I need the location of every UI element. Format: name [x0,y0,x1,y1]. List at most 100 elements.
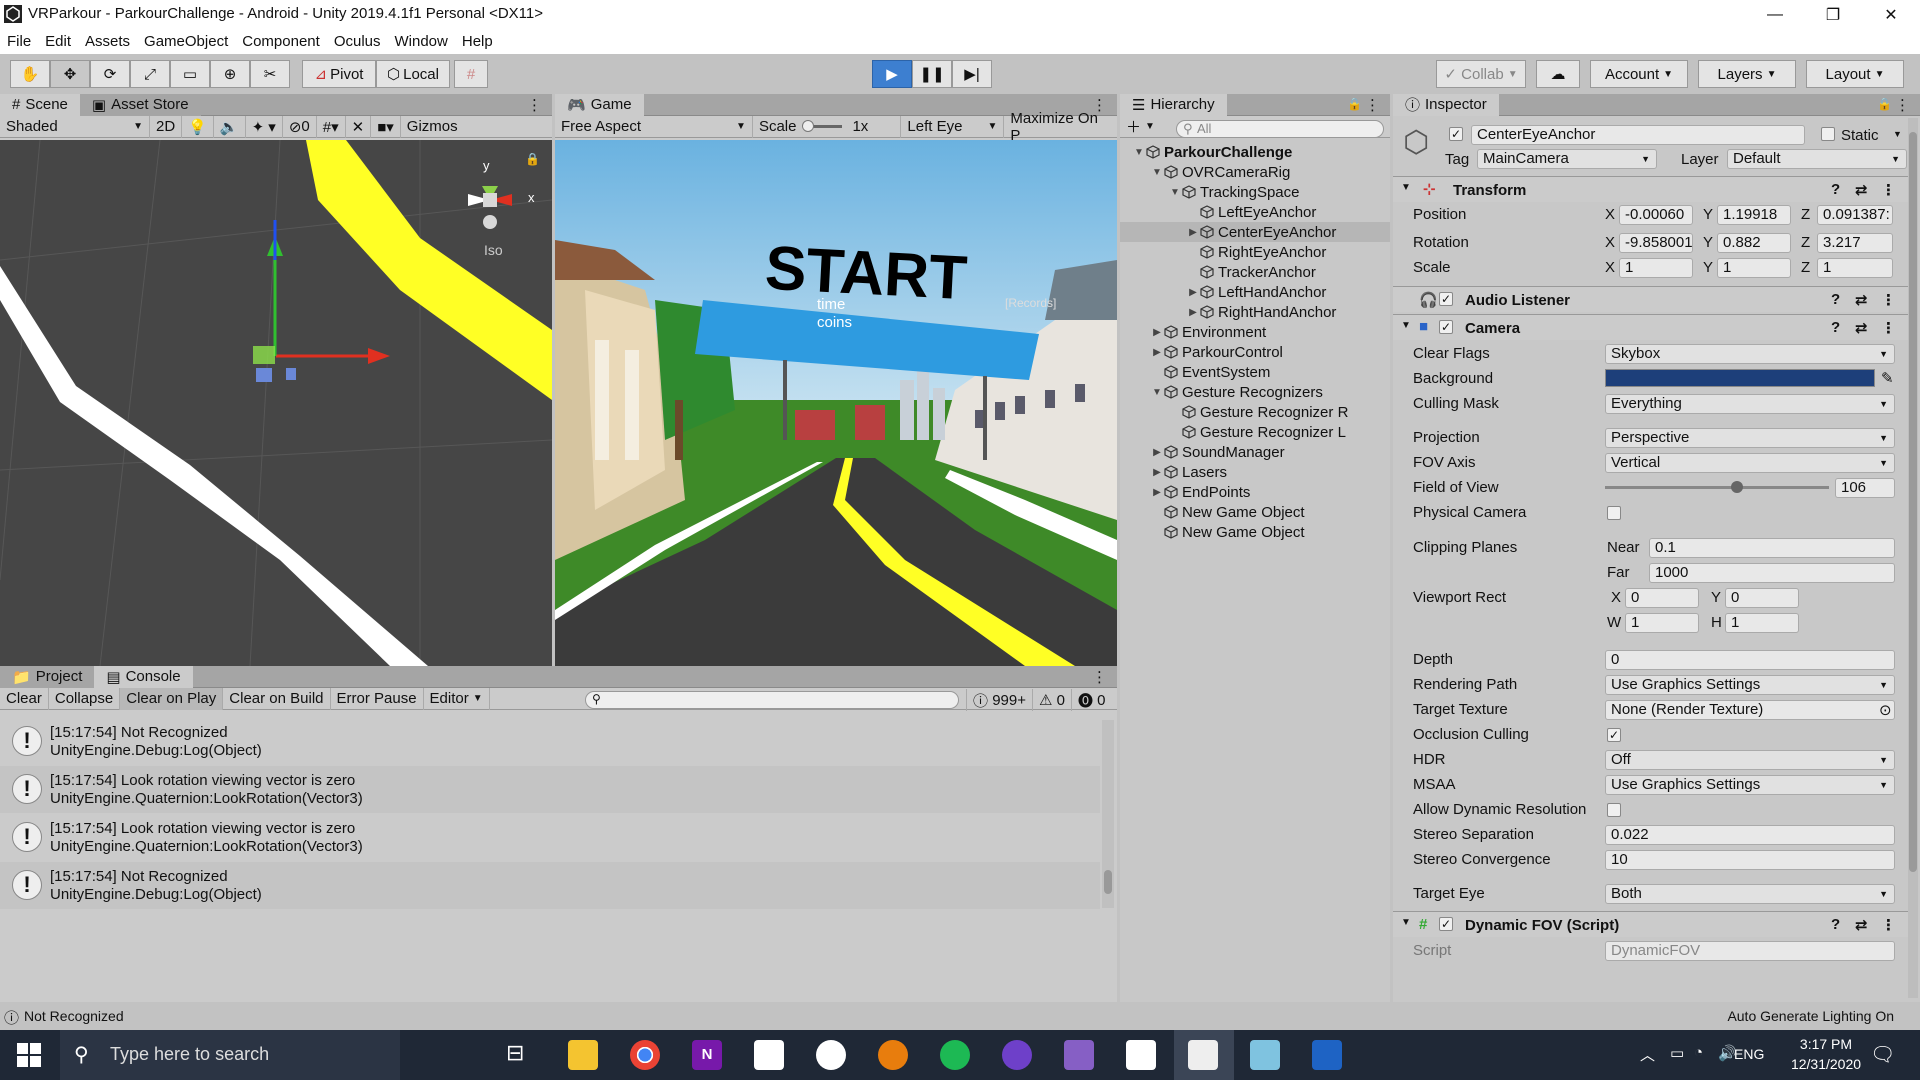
visual-studio-icon[interactable] [1064,1040,1094,1070]
transform-tool-icon[interactable]: ⊕ [210,60,250,88]
eye-dropdown[interactable]: Left Eye ▼ [901,115,1005,138]
hierarchy-item[interactable]: ▶ EndPoints [1120,482,1390,502]
play-button[interactable]: ▶ [872,60,912,88]
menu-window[interactable]: Window [388,29,455,54]
panel-menu-icon[interactable]: ⋮ [1092,96,1107,114]
help-icon[interactable]: ? [1831,319,1840,336]
hierarchy-search-input[interactable]: ⚲ All [1176,120,1384,138]
depth-field[interactable]: 0 [1605,650,1895,670]
menu-oculus[interactable]: Oculus [327,29,388,54]
taskbar-search-box[interactable]: ⚲ Type here to search [60,1030,400,1080]
help-icon[interactable]: ? [1831,181,1840,198]
account-dropdown[interactable]: Account ▼ [1590,60,1688,88]
hierarchy-item[interactable]: TrackerAnchor [1120,262,1390,282]
viewport-w-field[interactable]: 1 [1625,613,1699,633]
fov-field[interactable]: 106 [1835,478,1895,498]
viewport-x-field[interactable]: 0 [1625,588,1699,608]
chrome-icon[interactable] [630,1040,660,1070]
powershell-icon[interactable] [1312,1040,1342,1070]
far-field[interactable]: 1000 [1649,563,1895,583]
target-texture-field[interactable]: None (Render Texture) [1605,700,1895,720]
static-dropdown-icon[interactable]: ▼ [1893,129,1902,139]
rect-tool-icon[interactable]: ▭ [170,60,210,88]
console-entry[interactable]: ! [15:17:54] Look rotation viewing vector… [0,814,1100,861]
custom-tool-icon[interactable]: ✂ [250,60,290,88]
battery-icon[interactable]: ▭ [1670,1044,1684,1062]
foldout-arrow-icon[interactable]: ▶ [1150,327,1164,338]
error-filter-button[interactable]: ⓿ 0 [1072,689,1112,711]
grid-snap-icon[interactable]: # [454,60,488,88]
foldout-arrow-icon[interactable]: ▶ [1186,287,1200,298]
hierarchy-item[interactable]: ▼ TrackingSpace [1120,182,1390,202]
help-icon[interactable]: ? [1831,291,1840,308]
rotate-tool-icon[interactable]: ⟳ [90,60,130,88]
tab-scene[interactable]: # Scene [0,93,80,116]
component-menu-icon[interactable]: ⋮ [1881,181,1896,199]
console-entry[interactable]: ! [15:17:54] Not Recognized UnityEngine.De… [0,718,1100,765]
app2-icon[interactable] [1250,1040,1280,1070]
panel-menu-icon[interactable]: ⋮ [1365,96,1380,114]
foldout-arrow-icon[interactable]: ▼ [1150,387,1164,398]
scene-viewport[interactable]: y x Iso 🔒 [0,140,552,666]
eyedropper-icon[interactable]: ✎ [1881,369,1894,387]
clear-button[interactable]: Clear [0,687,49,710]
unity-hub-icon[interactable] [754,1040,784,1070]
clock-date[interactable]: 12/31/2020 [1778,1056,1874,1072]
layers-dropdown[interactable]: Layers ▼ [1698,60,1796,88]
hierarchy-item[interactable]: ▶ Lasers [1120,462,1390,482]
hierarchy-item[interactable]: RightEyeAnchor [1120,242,1390,262]
camera-icon[interactable]: ■▾ [371,115,401,138]
local-button[interactable]: ⬡ Local [376,60,450,88]
camera-header[interactable]: ▼ ■ ✓ Camera ? ⇄ ⋮ [1393,314,1913,340]
warning-filter-button[interactable]: ⚠ 0 [1033,689,1072,711]
component-menu-icon[interactable]: ⋮ [1881,916,1896,934]
onenote-icon[interactable]: N [692,1040,722,1070]
dynamic-fov-checkbox[interactable]: ✓ [1439,917,1453,931]
aspect-dropdown[interactable]: Free Aspect ▼ [555,115,753,138]
panel-menu-icon[interactable]: ⋮ [1092,668,1107,686]
near-field[interactable]: 0.1 [1649,538,1895,558]
foldout-arrow-icon[interactable]: ▶ [1186,307,1200,318]
log-filter-button[interactable]: ⓘ 999+ [966,689,1033,711]
visibility-icon[interactable]: ⊘ 0 [283,115,317,138]
maximize-toggle[interactable]: Maximize On P [1004,110,1117,144]
foldout-arrow-icon[interactable]: ▶ [1150,467,1164,478]
unity-editor-task[interactable] [1174,1030,1234,1080]
transform-header[interactable]: ▼ ⊹ Transform ? ⇄ ⋮ [1393,176,1913,202]
clear-flags-dropdown[interactable]: Skybox [1605,344,1895,364]
tab-project[interactable]: 📁 Project [0,665,95,688]
pivot-button[interactable]: ⊿ Pivot [302,60,376,88]
clear-on-play-button[interactable]: Clear on Play [120,687,224,710]
msaa-dropdown[interactable]: Use Graphics Settings [1605,775,1895,795]
panel-menu-icon[interactable]: ⋮ [1895,96,1910,114]
task-view-icon[interactable]: ⊟ [506,1040,536,1070]
component-menu-icon[interactable]: ⋮ [1881,319,1896,337]
rotation-x-field[interactable]: -9.858001 [1619,233,1693,253]
console-scroll-thumb[interactable] [1104,870,1112,894]
minimize-button[interactable]: — [1746,0,1804,29]
console-scrollbar[interactable] [1102,720,1114,908]
layer-dropdown[interactable]: Default [1727,149,1907,169]
hierarchy-item[interactable]: New Game Object [1120,522,1390,542]
scale-y-field[interactable]: 1 [1717,258,1791,278]
github-icon[interactable] [1002,1040,1032,1070]
hierarchy-item[interactable]: ▼ OVRCameraRig [1120,162,1390,182]
game-viewport[interactable]: START time coins [Records] [555,140,1117,666]
app-icon[interactable] [816,1040,846,1070]
foldout-arrow-icon[interactable]: ▼ [1150,167,1164,178]
hierarchy-item[interactable]: New Game Object [1120,502,1390,522]
scale-x-field[interactable]: 1 [1619,258,1693,278]
tag-dropdown[interactable]: MainCamera [1477,149,1657,169]
presets-icon[interactable]: ⇄ [1855,916,1868,934]
rotation-z-field[interactable]: 3.217 [1817,233,1893,253]
hdr-dropdown[interactable]: Off [1605,750,1895,770]
menu-gameobject[interactable]: GameObject [137,29,235,54]
spotify-icon[interactable] [940,1040,970,1070]
foldout-arrow-icon[interactable]: ▶ [1150,447,1164,458]
menu-file[interactable]: File [0,29,38,54]
tab-console[interactable]: ▤ Console [94,665,193,688]
collab-button[interactable]: ✓ Collab ▼ [1436,60,1526,88]
cloud-button[interactable]: ☁ [1536,60,1580,88]
foldout-arrow-icon[interactable]: ▼ [1168,187,1182,198]
restore-button[interactable]: ❐ [1804,0,1862,29]
